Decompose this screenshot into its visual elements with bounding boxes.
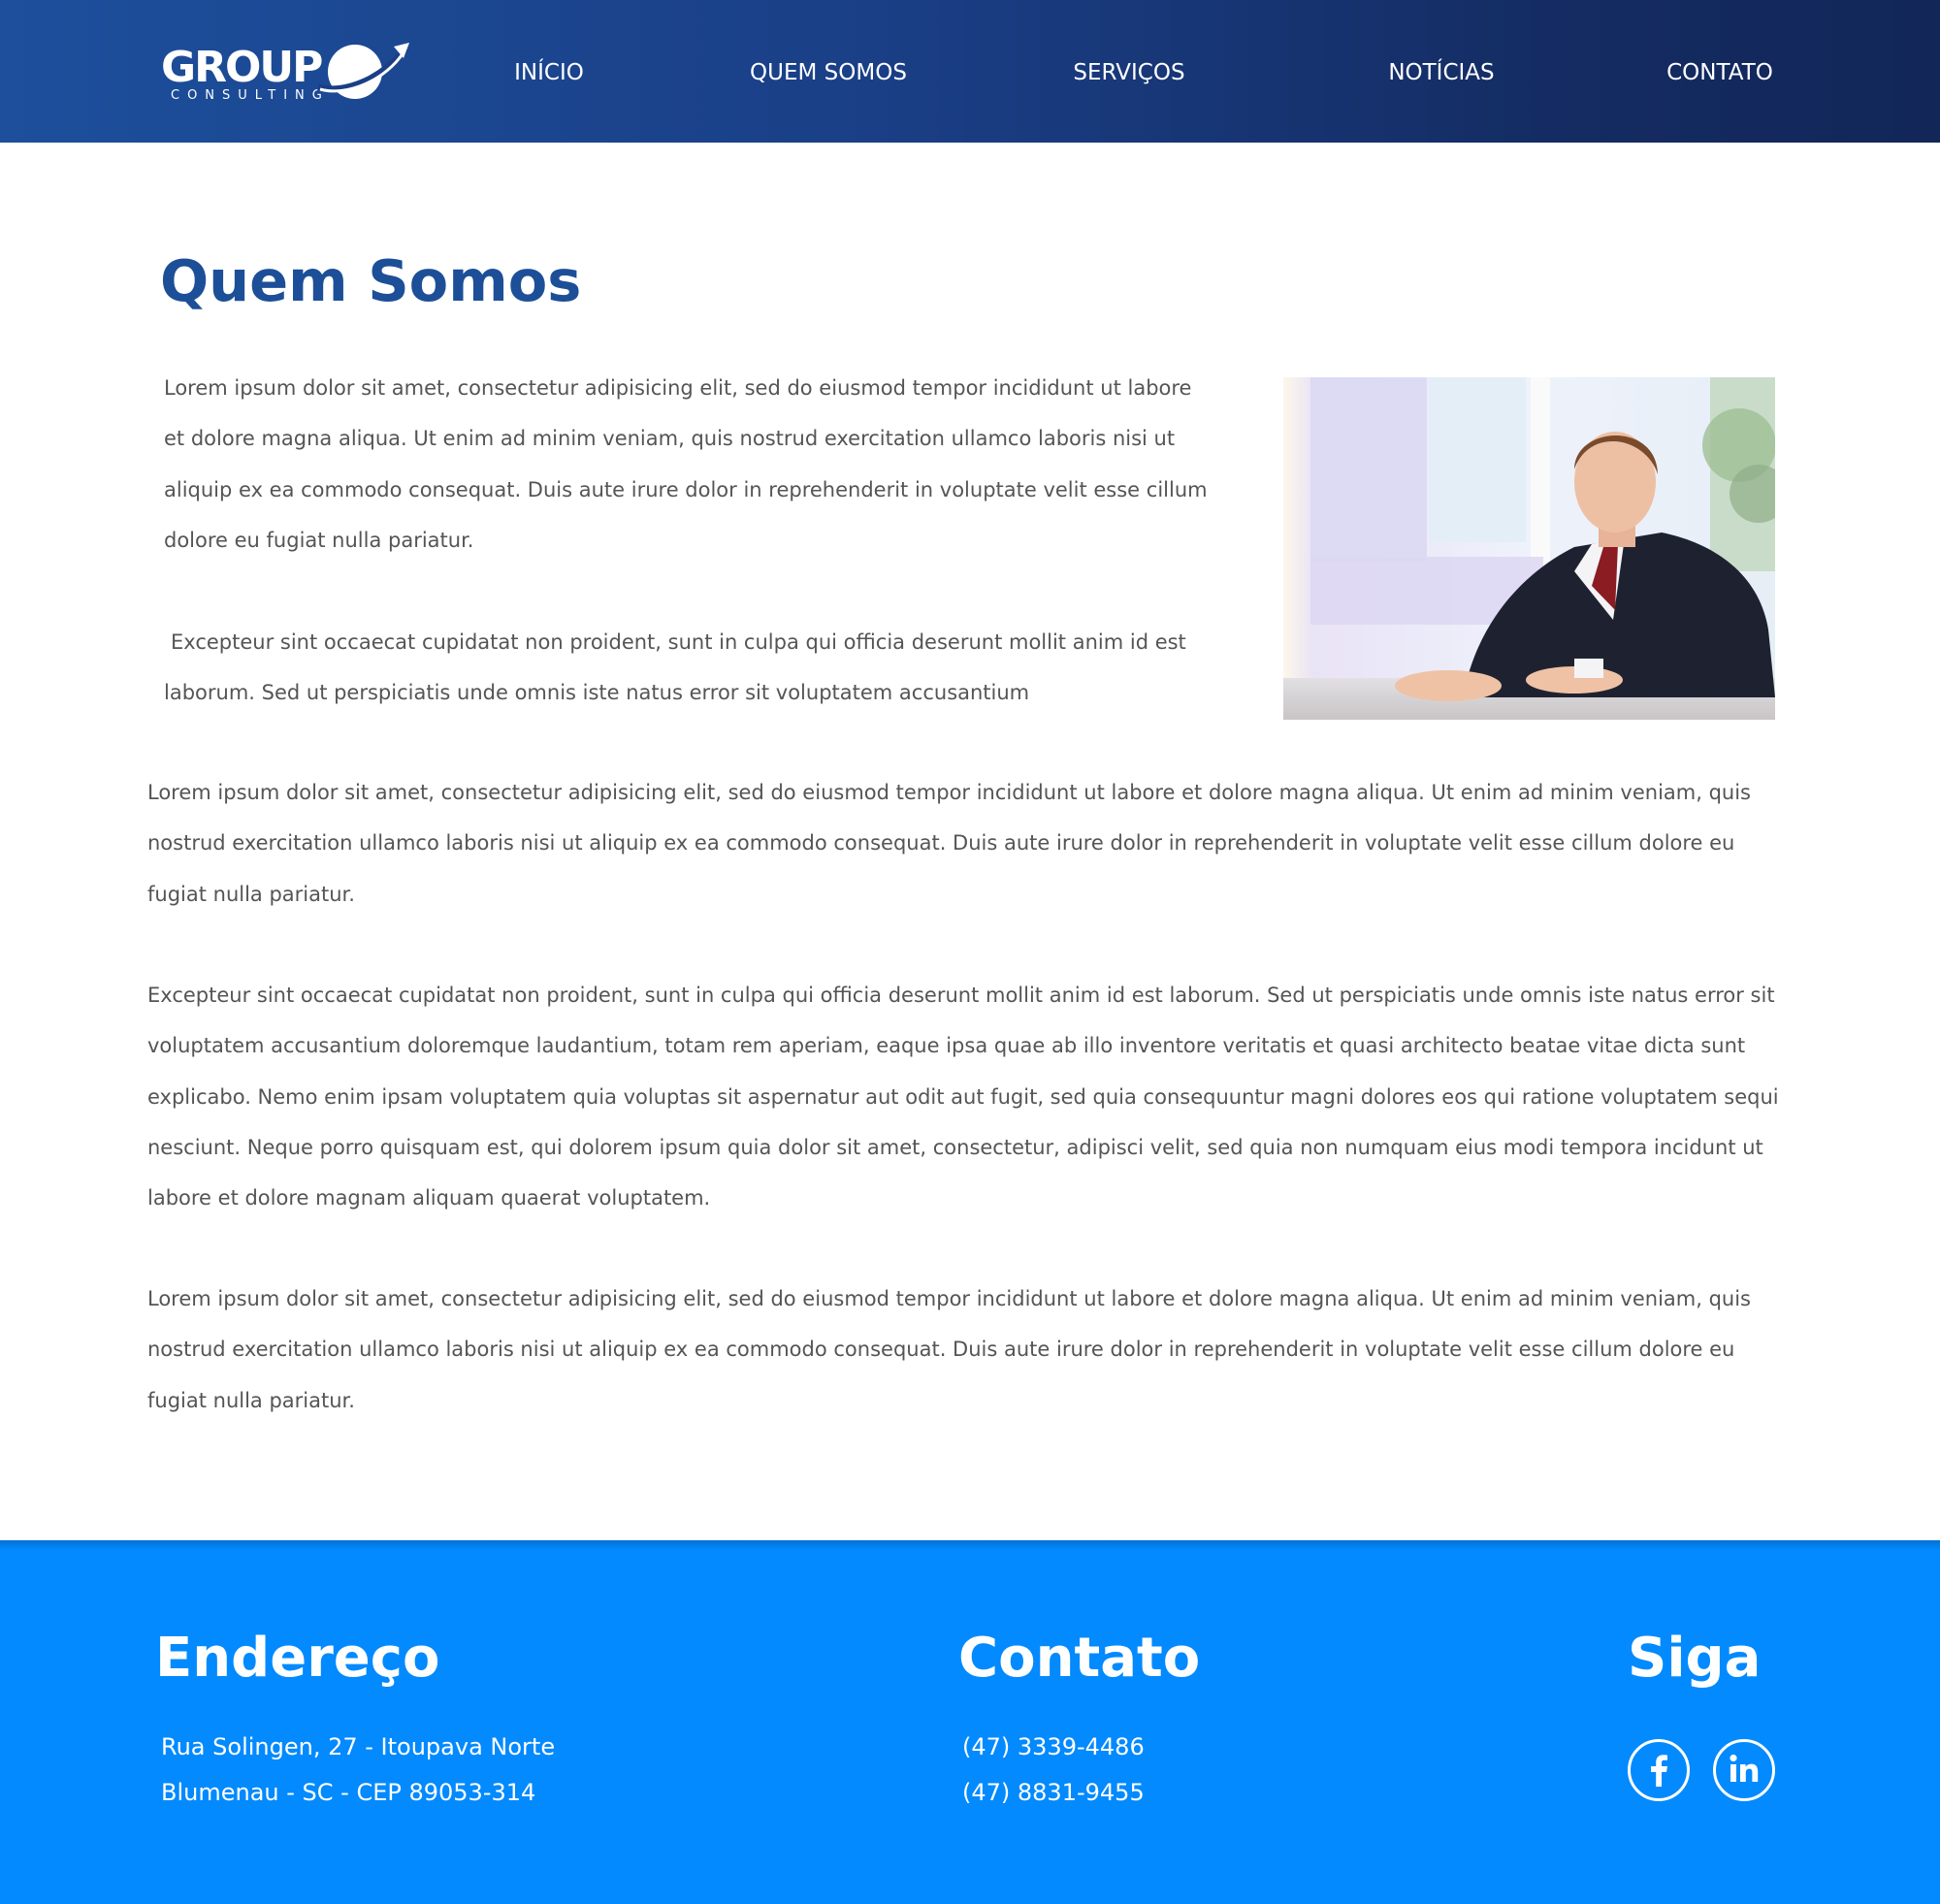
social-heading: Siga <box>1628 1627 1762 1690</box>
facebook-glyph <box>1651 1755 1667 1787</box>
executive-portrait-photo <box>1283 377 1775 720</box>
site-footer <box>0 1540 1940 1904</box>
contact-phone-2[interactable]: (47) 8831-9455 <box>962 1770 1145 1815</box>
nav-quem-somos[interactable]: QUEM SOMOS <box>737 58 920 87</box>
address-line-2: Blumenau - SC - CEP 89053-314 <box>161 1779 536 1806</box>
linkedin-icon[interactable] <box>1713 1739 1775 1801</box>
nav-contato[interactable]: CONTATO <box>1654 58 1786 87</box>
intro-paragraph-2: Excepteur sint occaecat cupidatat non pr… <box>164 630 1186 705</box>
facebook-icon[interactable] <box>1628 1739 1690 1801</box>
contact-phone-1[interactable]: (47) 3339-4486 <box>962 1725 1145 1769</box>
body-paragraph-3: Lorem ipsum dolor sit amet, consectetur … <box>147 1287 1752 1412</box>
contact-heading: Contato <box>958 1627 1201 1690</box>
globe-icon <box>317 43 409 99</box>
nav-inicio[interactable]: INÍCIO <box>490 58 608 87</box>
body-paragraph-2: Excepteur sint occaecat cupidatat non pr… <box>147 984 1779 1210</box>
footer-shadow <box>0 1540 1940 1550</box>
group-consulting-logo[interactable]: GROUP CONSULTING <box>161 39 409 109</box>
logo-wordmark: GROUP <box>161 43 323 92</box>
page-title: Quem Somos <box>160 247 582 314</box>
linkedin-glyph <box>1730 1754 1759 1782</box>
logo-subtitle: CONSULTING <box>171 88 330 103</box>
portrait-image <box>1283 377 1775 720</box>
nav-servicos[interactable]: SERVIÇOS <box>1062 58 1196 87</box>
address-line-1: Rua Solingen, 27 - Itoupava Norte <box>161 1733 556 1760</box>
nav-noticias[interactable]: NOTÍCIAS <box>1374 58 1509 87</box>
site-header: GROUP CONSULTING INÍCIO QUEM SOMOS SERVI… <box>0 0 1940 143</box>
intro-paragraph-1: Lorem ipsum dolor sit amet, consectetur … <box>164 376 1208 552</box>
address-heading: Endereço <box>155 1627 440 1690</box>
body-paragraph-1: Lorem ipsum dolor sit amet, consectetur … <box>147 781 1752 906</box>
